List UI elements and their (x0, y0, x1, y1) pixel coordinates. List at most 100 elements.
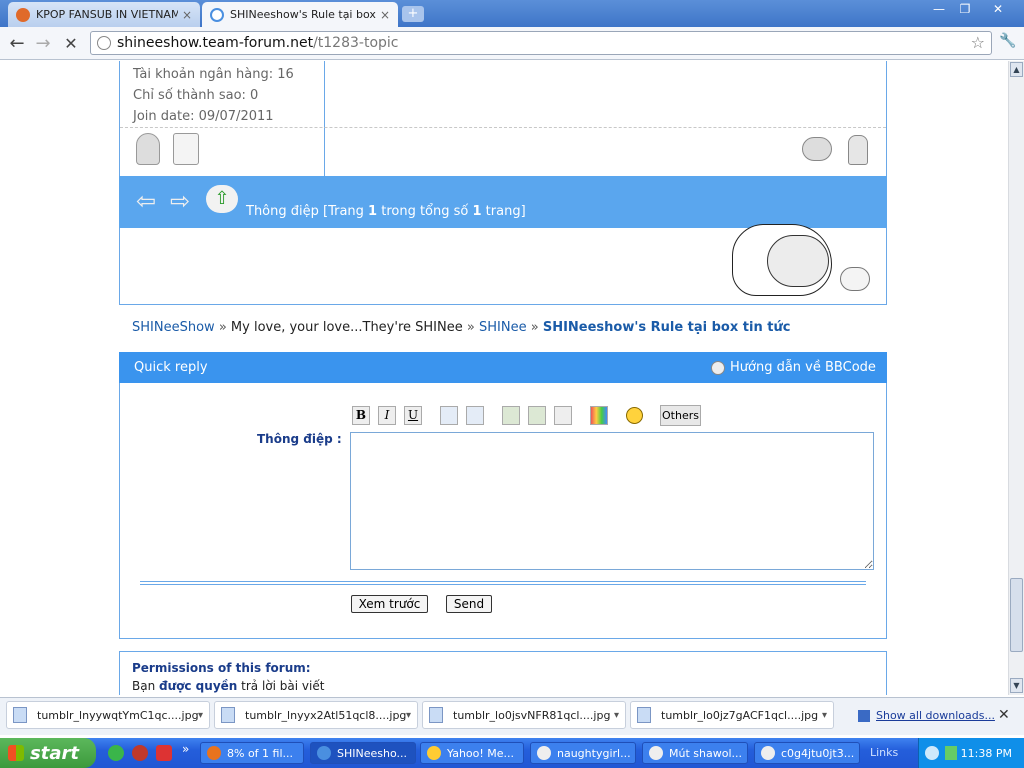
breadcrumb-link-home[interactable]: SHINeeShow (132, 320, 215, 335)
tab-kpop-fansub[interactable]: KPOP FANSUB IN VIETNAM × (8, 2, 200, 27)
scroll-up-icon[interactable]: ▲ (1010, 62, 1023, 77)
loading-spinner-icon (210, 7, 224, 22)
breadcrumb-link-forum[interactable]: SHINee (479, 320, 527, 335)
maximize-button[interactable]: ❐ (954, 0, 976, 18)
lock-icon[interactable] (848, 135, 868, 165)
close-window-button[interactable]: ✕ (986, 0, 1010, 18)
post-divider (324, 61, 325, 176)
profile-icon[interactable] (136, 133, 160, 165)
address-bar[interactable]: shineeshow.team-forum.net/t1283-topic ☆ (90, 31, 992, 55)
chrome-icon (317, 746, 331, 760)
bank-account-text: Tài khoản ngân hàng: 16 (133, 67, 294, 82)
tab-close-icon[interactable]: × (380, 8, 390, 22)
breadcrumb: SHINeeShow » My love, your love...They'r… (132, 320, 791, 335)
close-downloads-icon[interactable]: ✕ (998, 707, 1010, 723)
dropdown-icon[interactable]: ▾ (614, 710, 619, 721)
taskbar-item[interactable]: naughtygirl... (530, 742, 636, 764)
links-toolbar[interactable]: Links (870, 746, 898, 759)
taskbar-item[interactable]: c0g4jtu0jt3... (754, 742, 860, 764)
start-button[interactable]: start (0, 738, 96, 768)
site-favicon-icon (16, 7, 30, 22)
color-button[interactable] (590, 406, 608, 425)
reply-bubble-icon[interactable] (732, 224, 832, 296)
upload-cloud-icon[interactable]: ⇧ (206, 185, 238, 213)
form-separator (140, 581, 866, 585)
clock: 11:38 PM (960, 746, 1012, 760)
firefox-icon (207, 746, 221, 760)
download-item[interactable]: tumblr_lo0jsvNFR81qcl....jpg ▾ (422, 701, 626, 729)
url-host: shineeshow.team-forum.net (117, 35, 314, 51)
image-file-icon (429, 707, 443, 723)
tray-expand-icon[interactable] (925, 746, 939, 760)
download-item[interactable]: tumblr_lo0jz7gACF1qcl....jpg ▾ (630, 701, 834, 729)
taskbar-item[interactable]: Yahoo! Me... (420, 742, 524, 764)
vertical-scrollbar[interactable]: ▲ ▼ (1008, 61, 1024, 695)
stop-button[interactable]: ✕ (60, 33, 82, 55)
join-date-text: Join date: 09/07/2011 (133, 109, 274, 124)
permissions-title: Permissions of this forum: (132, 661, 311, 675)
quote-icon[interactable] (802, 137, 832, 161)
forward-button[interactable]: → (32, 33, 54, 55)
new-tab-button[interactable]: + (402, 6, 424, 22)
dropdown-icon[interactable]: ▾ (198, 710, 203, 721)
quicklaunch-expand-icon[interactable]: » (182, 742, 189, 756)
quick-reply-title: Quick reply (134, 360, 208, 375)
host-image-button[interactable] (502, 406, 520, 425)
image-file-icon (13, 707, 27, 723)
tab-close-icon[interactable]: × (182, 8, 192, 22)
globe-icon (97, 36, 111, 50)
taskbar-item[interactable]: Mút shawol... (642, 742, 748, 764)
show-all-downloads-link[interactable]: Show all downloads... (858, 709, 995, 722)
wrench-icon[interactable]: 🔧 (998, 33, 1018, 53)
italic-button[interactable]: I (378, 406, 396, 425)
underline-button[interactable]: U (404, 406, 422, 425)
preview-button[interactable]: Xem trước (351, 595, 428, 613)
quote-button[interactable] (440, 406, 458, 425)
chat-window-icon (649, 746, 663, 760)
previous-arrow-icon[interactable]: ⇦ (136, 187, 156, 215)
download-item[interactable]: tumblr_lnyyx2Atl51qcl8....jpg ▾ (214, 701, 418, 729)
small-bubble-icon[interactable] (840, 267, 870, 291)
smiley-icon[interactable] (626, 407, 643, 424)
taskbar-item[interactable]: 8% of 1 fil... (200, 742, 304, 764)
quicklaunch-app-icon[interactable] (132, 745, 148, 761)
quicklaunch-app-icon[interactable] (156, 745, 172, 761)
scroll-thumb[interactable] (1010, 578, 1023, 652)
system-tray: 11:38 PM (918, 738, 1024, 768)
image-button[interactable] (528, 406, 546, 425)
show-all-label: Show all downloads... (876, 709, 995, 722)
windows-logo-icon (8, 745, 24, 761)
dropdown-icon[interactable]: ▾ (822, 710, 827, 721)
start-label: start (30, 742, 79, 764)
minimize-button[interactable]: — (928, 0, 950, 18)
quicklaunch-app-icon[interactable] (108, 745, 124, 761)
tab-label: KPOP FANSUB IN VIETNAM (36, 8, 178, 21)
breadcrumb-link-topic[interactable]: SHINeeshow's Rule tại box tin tức (543, 320, 791, 335)
notepad-icon[interactable] (173, 133, 199, 165)
star-index-text: Chỉ số thành sao: 0 (133, 88, 259, 103)
download-arrow-icon (858, 709, 870, 722)
permission-line: Bạn được quyền trả lời bài viết (132, 679, 325, 693)
scroll-down-icon[interactable]: ▼ (1010, 678, 1023, 693)
yahoo-messenger-icon (427, 746, 441, 760)
message-textarea[interactable] (350, 432, 874, 570)
help-icon (711, 360, 725, 375)
bold-button[interactable]: B (352, 406, 370, 425)
send-button[interactable]: Send (446, 595, 492, 613)
dropdown-icon[interactable]: ▾ (406, 710, 411, 721)
bbcode-help-link[interactable]: Hướng dẫn về BBCode (711, 360, 876, 375)
link-button[interactable] (554, 406, 572, 425)
breadcrumb-link-category[interactable]: My love, your love...They're SHINee (231, 320, 463, 335)
network-icon[interactable] (945, 746, 957, 760)
next-arrow-icon[interactable]: ⇨ (170, 187, 190, 215)
tab-shineeshow[interactable]: SHINeeshow's Rule tại box tin × (202, 2, 398, 27)
tab-label: SHINeeshow's Rule tại box tin (230, 8, 376, 21)
taskbar-item[interactable]: SHINeesho... (310, 742, 416, 764)
others-button[interactable]: Others (660, 405, 701, 426)
bookmark-star-icon[interactable]: ☆ (971, 33, 985, 52)
code-button[interactable] (466, 406, 484, 425)
chat-window-icon (537, 746, 551, 760)
back-button[interactable]: ← (6, 33, 28, 55)
download-item[interactable]: tumblr_lnyywqtYmC1qc....jpg ▾ (6, 701, 210, 729)
image-file-icon (637, 707, 651, 723)
